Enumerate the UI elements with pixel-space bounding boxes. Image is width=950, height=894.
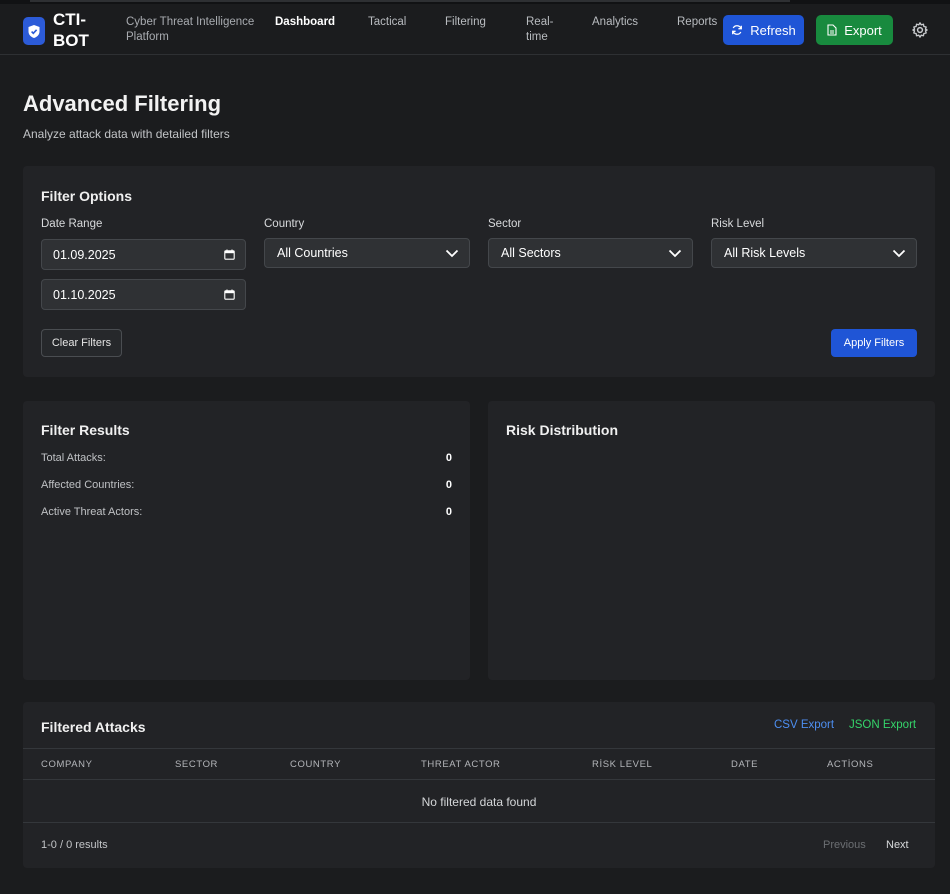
sector-select[interactable]: All Sectors bbox=[488, 238, 693, 268]
file-icon bbox=[827, 24, 837, 36]
stat-total-attacks-label: Total Attacks: bbox=[41, 452, 106, 464]
column-header-actions: ACTİONS bbox=[827, 759, 874, 770]
column-header-risk-level: RİSK LEVEL bbox=[592, 759, 653, 770]
stat-affected-countries-value: 0 bbox=[445, 479, 452, 491]
date-to-input[interactable]: 01.10.2025 bbox=[41, 279, 246, 310]
brand-name: CTI-BOT bbox=[53, 10, 89, 50]
csv-export-link[interactable]: CSV Export bbox=[774, 719, 834, 731]
export-label: Export bbox=[844, 22, 882, 38]
stat-total-attacks-value: 0 bbox=[445, 452, 452, 464]
empty-table-message: No filtered data found bbox=[421, 795, 537, 809]
risk-level-select-value: All Risk Levels bbox=[724, 246, 806, 260]
sector-label: Sector bbox=[488, 218, 522, 230]
filter-options-title: Filter Options bbox=[41, 188, 132, 204]
filter-results-card bbox=[23, 401, 470, 680]
chevron-down-icon bbox=[892, 249, 906, 257]
risk-level-label: Risk Level bbox=[711, 218, 765, 230]
calendar-icon[interactable] bbox=[224, 249, 235, 260]
risk-level-select[interactable]: All Risk Levels bbox=[711, 238, 917, 268]
column-header-sector: SECTOR bbox=[175, 759, 219, 770]
previous-page-button[interactable]: Previous bbox=[823, 839, 866, 851]
json-export-link[interactable]: JSON Export bbox=[849, 719, 916, 731]
date-range-label: Date Range bbox=[41, 218, 103, 230]
table-header-top-divider bbox=[23, 748, 935, 749]
table-footer-divider bbox=[23, 822, 935, 823]
calendar-icon[interactable] bbox=[224, 289, 235, 300]
column-header-country: COUNTRY bbox=[290, 759, 341, 770]
refresh-button[interactable]: Refresh bbox=[723, 15, 804, 45]
sector-select-value: All Sectors bbox=[501, 246, 561, 260]
filtered-attacks-title: Filtered Attacks bbox=[41, 719, 146, 735]
refresh-label: Refresh bbox=[750, 22, 796, 38]
results-summary: 1-0 / 0 results bbox=[41, 839, 108, 851]
country-select-value: All Countries bbox=[277, 246, 348, 260]
filter-options-card bbox=[23, 166, 935, 377]
nav-dashboard[interactable]: Dashboard bbox=[275, 15, 335, 30]
table-header-bottom-divider bbox=[23, 779, 935, 780]
brand-subtitle: Cyber Threat Intelligence Platform bbox=[126, 16, 255, 43]
column-header-date: DATE bbox=[731, 759, 759, 770]
nav-filtering[interactable]: Filtering bbox=[445, 15, 486, 30]
clear-filters-button[interactable]: Clear Filters bbox=[41, 329, 122, 357]
date-from-value: 01.09.2025 bbox=[53, 247, 116, 262]
filter-results-title: Filter Results bbox=[41, 422, 130, 438]
date-from-input[interactable]: 01.09.2025 bbox=[41, 239, 246, 270]
stat-active-threat-actors-value: 0 bbox=[445, 506, 452, 518]
export-button[interactable]: Export bbox=[816, 15, 893, 45]
app-header: CTI-BOT Cyber Threat Intelligence Platfo… bbox=[0, 4, 950, 55]
column-header-company: COMPANY bbox=[41, 759, 93, 770]
risk-distribution-card bbox=[488, 401, 935, 680]
nav-reports[interactable]: Reports bbox=[677, 15, 717, 30]
page-subtitle: Analyze attack data with detailed filter… bbox=[23, 127, 230, 141]
next-page-button[interactable]: Next bbox=[886, 839, 909, 851]
page-title: Advanced Filtering bbox=[23, 91, 222, 116]
date-to-value: 01.10.2025 bbox=[53, 287, 116, 302]
country-label: Country bbox=[264, 218, 305, 230]
stat-affected-countries-label: Affected Countries: bbox=[41, 479, 135, 491]
risk-distribution-title: Risk Distribution bbox=[506, 422, 619, 438]
nav-analytics[interactable]: Analytics bbox=[592, 15, 638, 30]
country-select[interactable]: All Countries bbox=[264, 238, 470, 268]
gear-icon[interactable] bbox=[911, 21, 929, 39]
stat-active-threat-actors-label: Active Threat Actors: bbox=[41, 506, 143, 518]
chevron-down-icon bbox=[668, 249, 682, 257]
apply-filters-button[interactable]: Apply Filters bbox=[831, 329, 917, 357]
nav-tactical[interactable]: Tactical bbox=[368, 15, 406, 30]
chevron-down-icon bbox=[445, 249, 459, 257]
nav-real-time[interactable]: Real-time bbox=[526, 15, 558, 45]
refresh-icon bbox=[732, 25, 743, 35]
shield-logo-icon bbox=[23, 17, 45, 45]
column-header-threat-actor: THREAT ACTOR bbox=[421, 759, 501, 770]
